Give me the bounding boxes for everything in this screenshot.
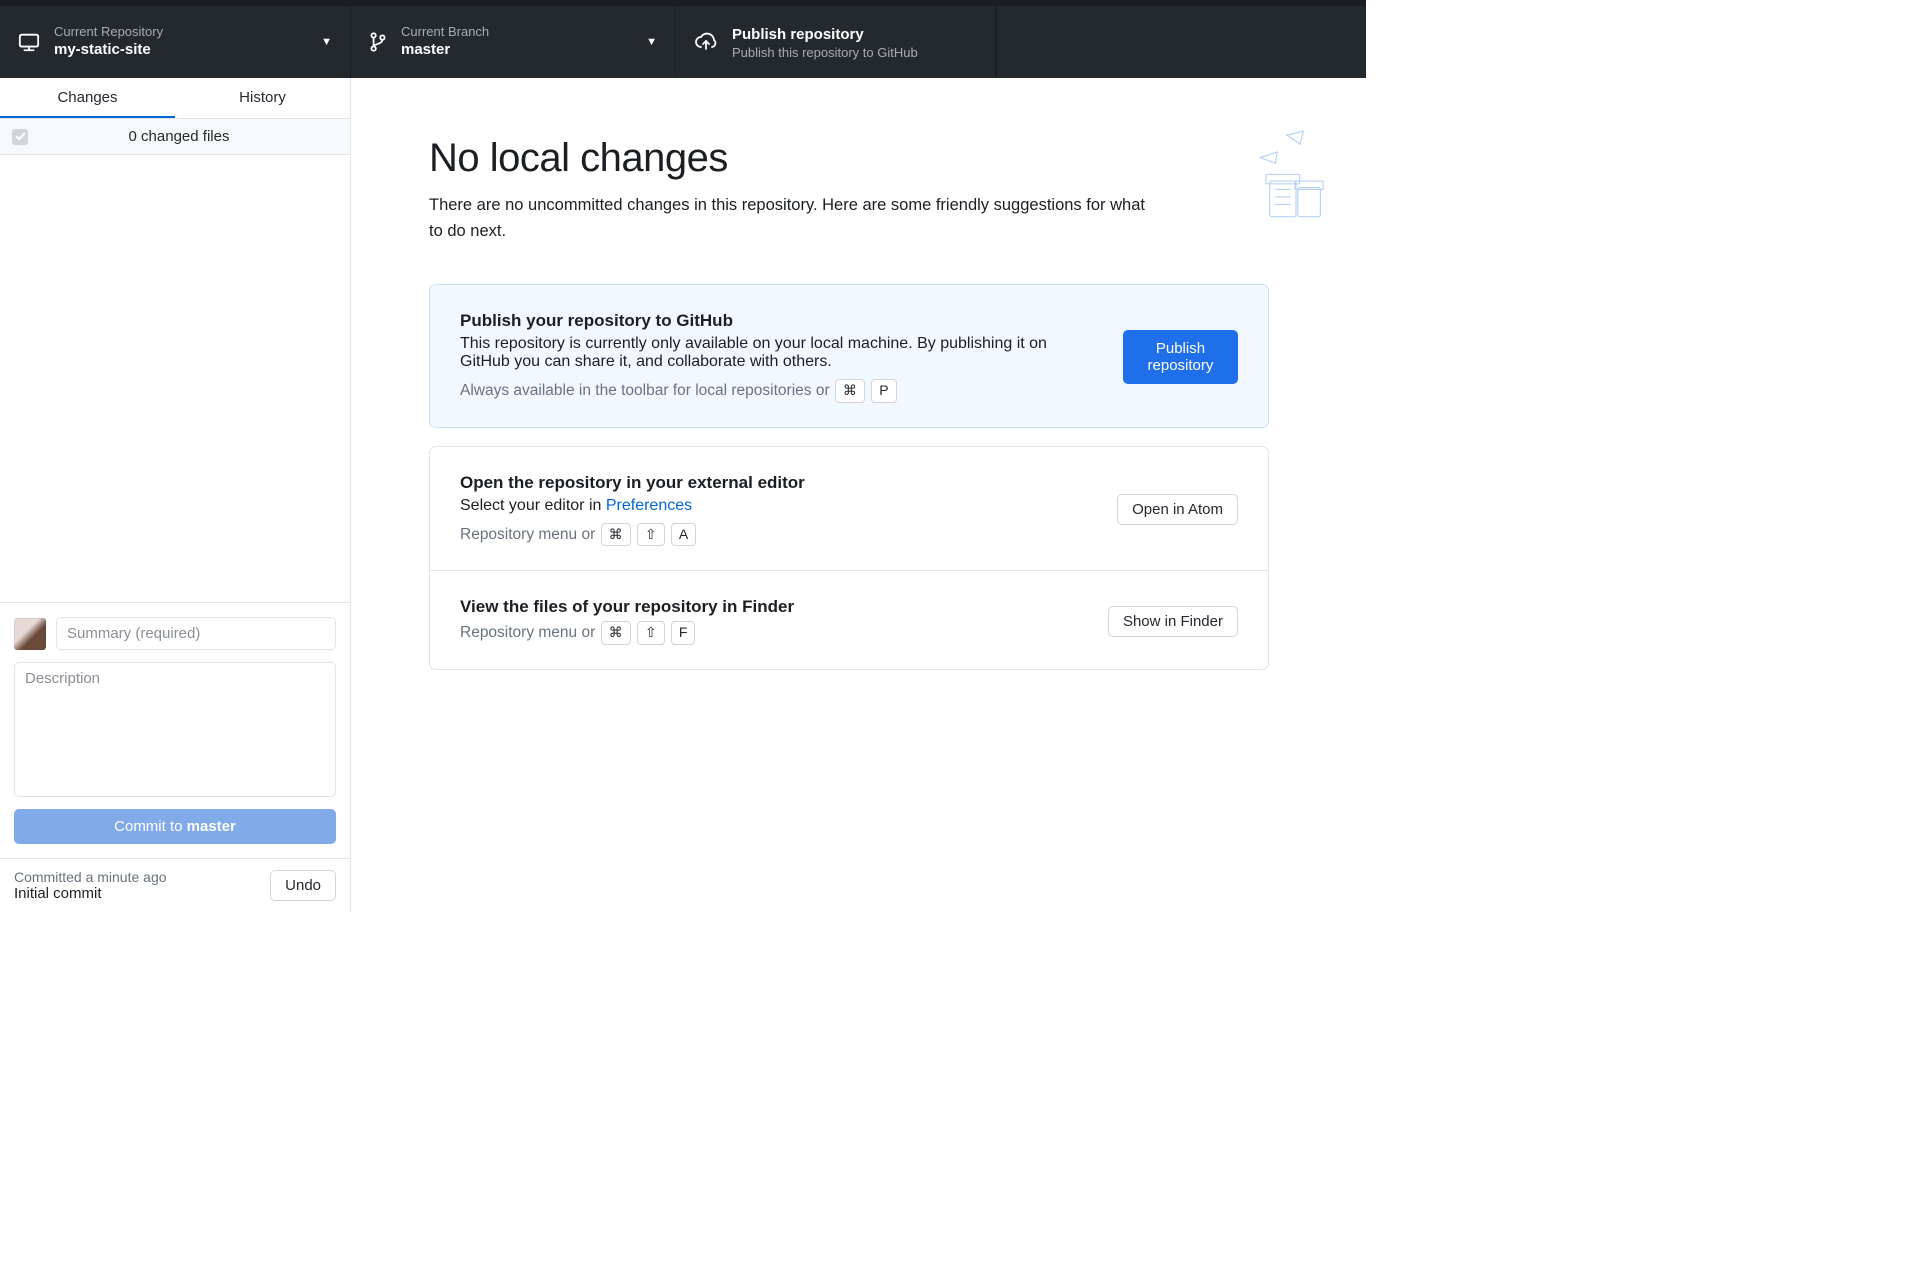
empty-state-illustration [1176, 126, 1326, 236]
select-all-checkbox[interactable] [12, 129, 28, 145]
page-subheading: There are no uncommitted changes in this… [429, 193, 1149, 244]
sidebar-tabs: Changes History [0, 78, 350, 119]
top-toolbar: Current Repository my-static-site ▼ Curr… [0, 6, 1366, 78]
current-branch-text: Current Branch master [401, 24, 632, 61]
current-repository-value: my-static-site [54, 39, 307, 60]
kbd-cmd: ⌘ [601, 523, 631, 547]
commit-button-branch: master [187, 818, 236, 835]
commit-summary-input[interactable] [56, 617, 336, 650]
show-in-finder-button[interactable]: Show in Finder [1108, 606, 1238, 637]
publish-text: Publish repository Publish this reposito… [732, 24, 977, 61]
card-show-finder: View the files of your repository in Fin… [429, 571, 1269, 670]
current-branch-value: master [401, 39, 632, 60]
current-repository-label: Current Repository [54, 24, 307, 40]
git-branch-icon [369, 31, 387, 53]
card-editor-desc: Select your editor in Preferences [460, 497, 1093, 515]
changes-list [0, 155, 350, 602]
cloud-upload-icon [694, 31, 718, 53]
card-publish-repository: Publish your repository to GitHub This r… [429, 284, 1269, 428]
card-publish-hint: Always available in the toolbar for loca… [460, 379, 1099, 403]
chevron-down-icon: ▼ [646, 36, 657, 48]
tab-history[interactable]: History [175, 78, 350, 118]
preferences-link[interactable]: Preferences [606, 497, 692, 514]
commit-panel: Commit to master [0, 602, 350, 858]
card-publish-desc: This repository is currently only availa… [460, 335, 1099, 371]
kbd-a: A [671, 523, 696, 547]
sidebar: Changes History 0 changed files Commit t… [0, 78, 351, 912]
changed-files-count: 0 changed files [38, 128, 338, 145]
publish-label: Publish repository [732, 24, 977, 45]
publish-repository-button[interactable]: Publish repository Publish this reposito… [676, 6, 996, 78]
content-area: No local changes There are no uncommitte… [351, 78, 1366, 912]
commit-button[interactable]: Commit to master [14, 809, 336, 844]
last-commit-time: Committed a minute ago [14, 869, 167, 885]
kbd-cmd: ⌘ [835, 379, 865, 403]
card-open-editor: Open the repository in your external edi… [429, 446, 1269, 572]
kbd-p: P [871, 379, 896, 403]
open-in-atom-button[interactable]: Open in Atom [1117, 494, 1238, 525]
toolbar-spacer [996, 6, 1366, 78]
undo-button[interactable]: Undo [270, 870, 336, 901]
kbd-cmd: ⌘ [601, 621, 631, 645]
card-editor-title: Open the repository in your external edi… [460, 473, 1093, 493]
current-branch-dropdown[interactable]: Current Branch master ▼ [351, 6, 676, 78]
card-publish-title: Publish your repository to GitHub [460, 311, 1099, 331]
kbd-shift: ⇧ [637, 621, 665, 645]
kbd-f: F [671, 621, 696, 645]
card-finder-hint: Repository menu or ⌘ ⇧ F [460, 621, 1084, 645]
publish-repository-action-button[interactable]: Publish repository [1123, 330, 1238, 384]
card-editor-hint: Repository menu or ⌘ ⇧ A [460, 523, 1093, 547]
last-commit-message: Initial commit [14, 885, 167, 902]
current-repository-dropdown[interactable]: Current Repository my-static-site ▼ [0, 6, 351, 78]
last-commit-row: Committed a minute ago Initial commit Un… [0, 858, 350, 912]
changes-list-header: 0 changed files [0, 119, 350, 155]
avatar [14, 618, 46, 650]
publish-sublabel: Publish this repository to GitHub [732, 45, 977, 61]
page-heading: No local changes [429, 136, 1288, 181]
chevron-down-icon: ▼ [321, 36, 332, 48]
commit-button-prefix: Commit to [114, 818, 187, 835]
commit-description-input[interactable] [14, 662, 336, 797]
current-branch-label: Current Branch [401, 24, 632, 40]
tab-changes[interactable]: Changes [0, 78, 175, 118]
kbd-shift: ⇧ [637, 523, 665, 547]
card-finder-title: View the files of your repository in Fin… [460, 597, 1084, 617]
monitor-icon [18, 31, 40, 53]
current-repository-text: Current Repository my-static-site [54, 24, 307, 61]
